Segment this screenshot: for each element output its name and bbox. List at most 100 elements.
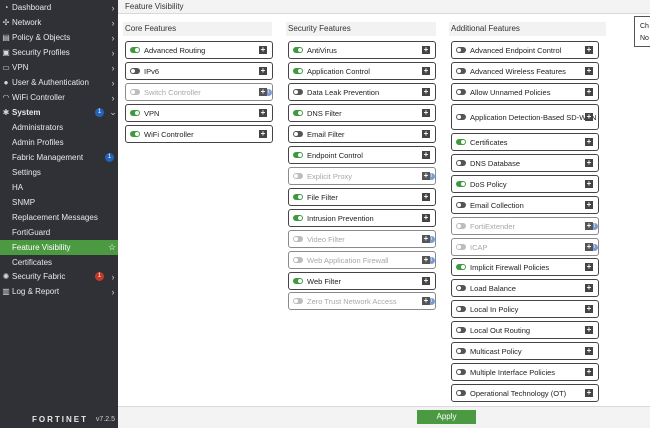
expand-plus-icon[interactable]: + bbox=[422, 88, 430, 96]
expand-plus-icon[interactable]: + bbox=[585, 46, 593, 54]
toggle-switch[interactable] bbox=[293, 278, 303, 284]
expand-plus-icon[interactable]: + bbox=[422, 297, 430, 305]
sidebar-item-settings[interactable]: Settings bbox=[0, 165, 118, 180]
expand-plus-icon[interactable]: + bbox=[422, 214, 430, 222]
feature-advanced-endpoint-control: Advanced Endpoint Control + bbox=[451, 41, 599, 59]
sidebar-item-network[interactable]: ✣ Network › bbox=[0, 15, 118, 30]
expand-plus-icon[interactable]: + bbox=[585, 263, 593, 271]
chevron-right-icon: › bbox=[111, 92, 115, 103]
toggle-switch[interactable] bbox=[293, 215, 303, 221]
expand-plus-icon[interactable]: + bbox=[585, 159, 593, 167]
expand-plus-icon[interactable]: + bbox=[585, 201, 593, 209]
toggle-switch[interactable] bbox=[456, 181, 466, 187]
expand-plus-icon[interactable]: + bbox=[259, 130, 267, 138]
expand-plus-icon[interactable]: + bbox=[259, 67, 267, 75]
policy-icon: ▤ bbox=[2, 33, 10, 42]
toggle-switch[interactable] bbox=[456, 114, 466, 120]
expand-plus-icon[interactable]: + bbox=[422, 109, 430, 117]
expand-plus-icon[interactable]: + bbox=[585, 389, 593, 397]
feature-label: Email Filter bbox=[307, 129, 345, 139]
expand-plus-icon[interactable]: + bbox=[585, 88, 593, 96]
toggle-switch[interactable] bbox=[293, 89, 303, 95]
expand-plus-icon[interactable]: + bbox=[422, 172, 430, 180]
feature-load-balance: Load Balance + bbox=[451, 279, 599, 297]
expand-plus-icon[interactable]: + bbox=[585, 284, 593, 292]
toggle-switch[interactable] bbox=[456, 139, 466, 145]
feature-label: Web Application Firewall bbox=[307, 255, 389, 265]
toggle-switch[interactable] bbox=[293, 131, 303, 137]
expand-plus-icon[interactable]: + bbox=[585, 326, 593, 334]
page-title: Feature Visibility bbox=[118, 0, 650, 14]
toggle-switch[interactable] bbox=[293, 47, 303, 53]
expand-plus-icon[interactable]: + bbox=[585, 222, 593, 230]
sidebar-item-replacement-messages[interactable]: Replacement Messages bbox=[0, 210, 118, 225]
chart-icon: ▥ bbox=[2, 287, 10, 296]
sidebar-item-vpn[interactable]: ▭ VPN › bbox=[0, 60, 118, 75]
toggle-switch[interactable] bbox=[456, 327, 466, 333]
expand-plus-icon[interactable]: + bbox=[585, 368, 593, 376]
expand-plus-icon[interactable]: + bbox=[585, 243, 593, 251]
expand-plus-icon[interactable]: + bbox=[422, 46, 430, 54]
toggle-switch[interactable] bbox=[456, 390, 466, 396]
sidebar-item-fortiguard[interactable]: FortiGuard bbox=[0, 225, 118, 240]
expand-plus-icon[interactable]: + bbox=[422, 256, 430, 264]
toggle-switch[interactable] bbox=[456, 348, 466, 354]
expand-plus-icon[interactable]: + bbox=[422, 193, 430, 201]
sidebar-item-security-profiles[interactable]: ▣ Security Profiles › bbox=[0, 45, 118, 60]
expand-plus-icon[interactable]: + bbox=[259, 88, 267, 96]
toggle-switch[interactable] bbox=[456, 47, 466, 53]
expand-plus-icon[interactable]: + bbox=[422, 67, 430, 75]
toggle-switch[interactable] bbox=[456, 369, 466, 375]
toggle-switch[interactable] bbox=[456, 264, 466, 270]
sidebar-item-dashboard[interactable]: ◔ Dashboard › bbox=[0, 0, 118, 15]
sidebar-item-feature-visibility[interactable]: Feature Visibility ☆ bbox=[0, 240, 118, 255]
expand-plus-icon[interactable]: + bbox=[585, 138, 593, 146]
sidebar-item-fabric-management[interactable]: Fabric Management 1 bbox=[0, 150, 118, 165]
toggle-switch[interactable] bbox=[456, 202, 466, 208]
sidebar-item-security-fabric[interactable]: ✺ Security Fabric 1 › bbox=[0, 269, 118, 284]
sidebar-item-label: Security Fabric bbox=[12, 272, 66, 281]
sidebar-item-system[interactable]: ✱ System 1 ⌄ bbox=[0, 105, 118, 120]
star-icon[interactable]: ☆ bbox=[106, 242, 118, 253]
feature-label: DNS Database bbox=[470, 158, 521, 168]
sidebar-item-user-authentication[interactable]: ● User & Authentication › bbox=[0, 75, 118, 90]
feature-label: Explicit Proxy bbox=[307, 171, 353, 181]
sidebar-item-certificates[interactable]: Certificates bbox=[0, 255, 118, 270]
toggle-switch[interactable] bbox=[456, 160, 466, 166]
toggle-switch[interactable] bbox=[456, 285, 466, 291]
toggle-switch[interactable] bbox=[293, 68, 303, 74]
feature-label: IPv6 bbox=[144, 66, 160, 76]
expand-plus-icon[interactable]: + bbox=[422, 277, 430, 285]
expand-plus-icon[interactable]: + bbox=[422, 235, 430, 243]
toggle-switch[interactable] bbox=[130, 131, 140, 137]
toggle-switch[interactable] bbox=[130, 47, 140, 53]
sidebar-item-log-report[interactable]: ▥ Log & Report › bbox=[0, 284, 118, 299]
expand-plus-icon[interactable]: + bbox=[585, 67, 593, 75]
expand-plus-icon[interactable]: + bbox=[585, 180, 593, 188]
expand-plus-icon[interactable]: + bbox=[585, 113, 593, 121]
expand-plus-icon[interactable]: + bbox=[259, 46, 267, 54]
toggle-switch[interactable] bbox=[456, 68, 466, 74]
toggle-switch[interactable] bbox=[293, 110, 303, 116]
toggle-switch[interactable] bbox=[130, 110, 140, 116]
sidebar-item-admin-profiles[interactable]: Admin Profiles bbox=[0, 135, 118, 150]
sidebar-item-wifi-controller[interactable]: ◠ WiFi Controller › bbox=[0, 90, 118, 105]
toggle-switch[interactable] bbox=[456, 306, 466, 312]
toggle-switch[interactable] bbox=[293, 194, 303, 200]
feature-label: Multiple Interface Policies bbox=[470, 367, 556, 377]
sidebar-item-snmp[interactable]: SNMP bbox=[0, 195, 118, 210]
expand-plus-icon[interactable]: + bbox=[259, 109, 267, 117]
expand-plus-icon[interactable]: + bbox=[422, 151, 430, 159]
toggle-switch[interactable] bbox=[130, 68, 140, 74]
apply-button[interactable]: Apply bbox=[417, 410, 476, 424]
sidebar-item-administrators[interactable]: Administrators bbox=[0, 120, 118, 135]
sidebar-item-ha[interactable]: HA bbox=[0, 180, 118, 195]
expand-plus-icon[interactable]: + bbox=[422, 130, 430, 138]
toggle-switch[interactable] bbox=[456, 89, 466, 95]
network-icon: ✣ bbox=[2, 18, 10, 27]
expand-plus-icon[interactable]: + bbox=[585, 305, 593, 313]
expand-plus-icon[interactable]: + bbox=[585, 347, 593, 355]
sidebar-item-policy-objects[interactable]: ▤ Policy & Objects › bbox=[0, 30, 118, 45]
feature-label: Switch Controller bbox=[144, 87, 201, 97]
toggle-switch[interactable] bbox=[293, 152, 303, 158]
